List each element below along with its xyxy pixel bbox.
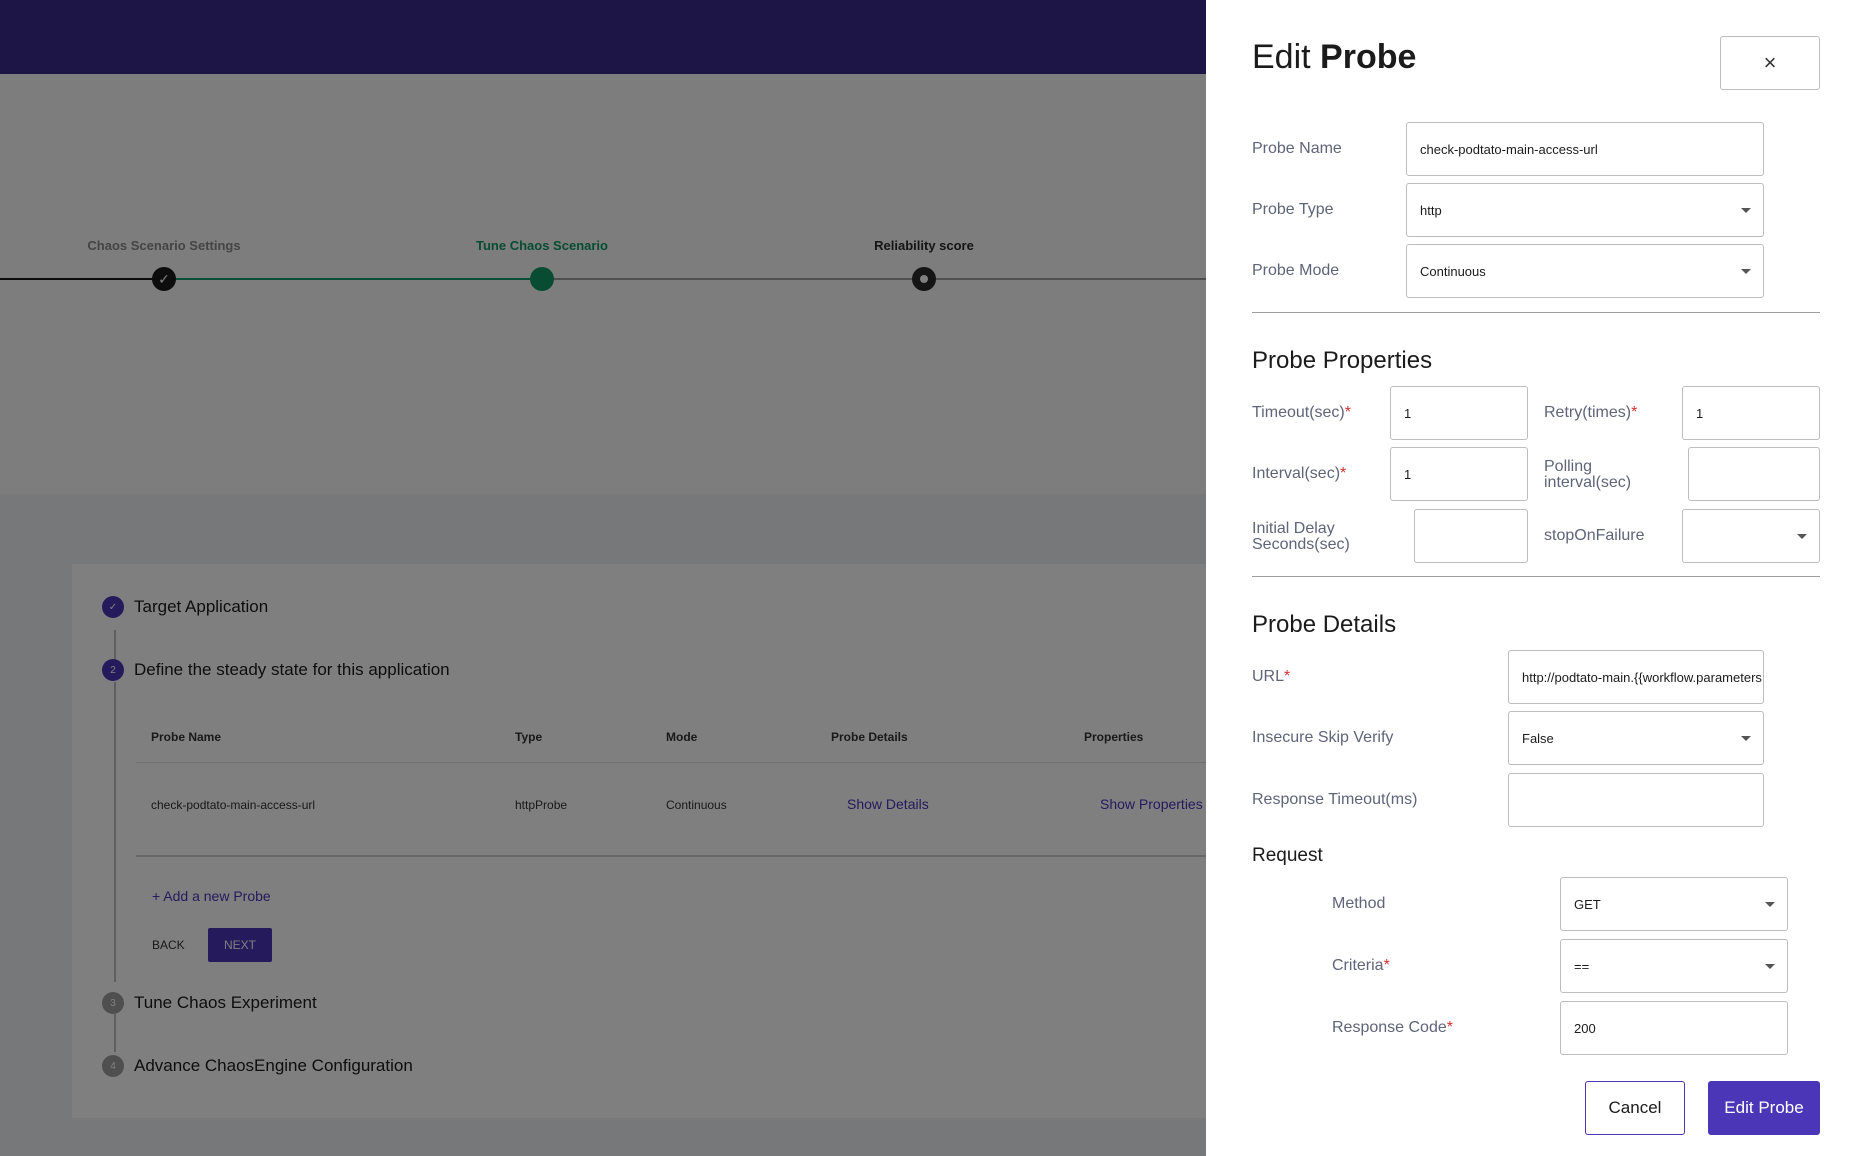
probe-name-input[interactable]: check-podtato-main-access-url bbox=[1406, 122, 1764, 176]
retry-value: 1 bbox=[1696, 405, 1704, 421]
probe-mode-value: Continuous bbox=[1420, 263, 1486, 279]
insecure-skip-verify-select[interactable]: False bbox=[1508, 711, 1764, 765]
retry-label-text: Retry(times) bbox=[1544, 404, 1632, 421]
polling-interval-label: Polling interval(sec) bbox=[1544, 459, 1631, 491]
probe-mode-label: Probe Mode bbox=[1252, 262, 1340, 279]
edit-probe-drawer: Edit Probe × Probe Name check-podtato-ma… bbox=[1206, 0, 1860, 1156]
timeout-label: Timeout(sec)* bbox=[1252, 405, 1351, 421]
probe-mode-select[interactable]: Continuous bbox=[1406, 244, 1764, 298]
probe-name-value: check-podtato-main-access-url bbox=[1420, 141, 1598, 157]
stop-on-failure-label: stopOnFailure bbox=[1544, 527, 1645, 544]
retry-input[interactable]: 1 bbox=[1682, 386, 1820, 440]
polling-interval-input[interactable] bbox=[1688, 447, 1820, 501]
response-code-value: 200 bbox=[1574, 1020, 1596, 1036]
required-marker: * bbox=[1383, 957, 1390, 974]
drawer-title: Edit Probe bbox=[1252, 38, 1416, 77]
timeout-input[interactable]: 1 bbox=[1390, 386, 1528, 440]
chevron-down-icon bbox=[1797, 534, 1807, 539]
close-button[interactable]: × bbox=[1720, 36, 1820, 90]
criteria-label-text: Criteria bbox=[1332, 957, 1384, 974]
chevron-down-icon bbox=[1765, 964, 1775, 969]
response-timeout-label: Response Timeout(ms) bbox=[1252, 791, 1418, 808]
polling-interval-label-line1: Polling bbox=[1544, 458, 1593, 475]
url-label: URL* bbox=[1252, 669, 1290, 685]
required-marker: * bbox=[1284, 668, 1291, 685]
method-value: GET bbox=[1574, 896, 1601, 912]
method-select[interactable]: GET bbox=[1560, 877, 1788, 931]
interval-value: 1 bbox=[1404, 466, 1412, 482]
url-input[interactable]: http://podtato-main.{{workflow.parameter… bbox=[1508, 650, 1764, 704]
required-marker: * bbox=[1446, 1019, 1453, 1036]
criteria-select[interactable]: == bbox=[1560, 939, 1788, 993]
interval-label-text: Interval(sec) bbox=[1252, 465, 1341, 482]
response-code-label-text: Response Code bbox=[1332, 1019, 1447, 1036]
timeout-value: 1 bbox=[1404, 405, 1412, 421]
request-heading: Request bbox=[1252, 845, 1323, 866]
response-code-input[interactable]: 200 bbox=[1560, 1001, 1788, 1055]
stop-on-failure-select[interactable] bbox=[1682, 509, 1820, 563]
timeout-label-text: Timeout(sec) bbox=[1252, 404, 1345, 421]
interval-label: Interval(sec)* bbox=[1252, 466, 1346, 482]
criteria-value: == bbox=[1574, 958, 1590, 974]
edit-probe-button[interactable]: Edit Probe bbox=[1708, 1081, 1820, 1135]
polling-interval-label-line2: interval(sec) bbox=[1544, 474, 1632, 491]
interval-input[interactable]: 1 bbox=[1390, 447, 1528, 501]
insecure-skip-verify-value: False bbox=[1522, 730, 1554, 746]
section-divider bbox=[1252, 576, 1820, 577]
chevron-down-icon bbox=[1765, 902, 1775, 907]
chevron-down-icon bbox=[1741, 269, 1751, 274]
chevron-down-icon bbox=[1741, 736, 1751, 741]
probe-details-heading: Probe Details bbox=[1252, 611, 1397, 638]
drawer-title-bold: Probe bbox=[1320, 38, 1417, 76]
insecure-skip-verify-label: Insecure Skip Verify bbox=[1252, 729, 1394, 746]
probe-type-label: Probe Type bbox=[1252, 201, 1334, 218]
section-divider bbox=[1252, 312, 1820, 313]
response-timeout-input[interactable] bbox=[1508, 773, 1764, 827]
url-value: http://podtato-main.{{workflow.parameter… bbox=[1522, 669, 1764, 685]
initial-delay-label: Initial Delay Seconds(sec) bbox=[1252, 521, 1350, 553]
initial-delay-label-line1: Initial Delay bbox=[1252, 520, 1335, 537]
criteria-label: Criteria* bbox=[1332, 958, 1390, 974]
initial-delay-input[interactable] bbox=[1414, 509, 1528, 563]
drawer-title-prefix: Edit bbox=[1252, 38, 1311, 76]
url-label-text: URL bbox=[1252, 668, 1285, 685]
probe-type-select[interactable]: http bbox=[1406, 183, 1764, 237]
required-marker: * bbox=[1340, 465, 1347, 482]
initial-delay-label-line2: Seconds(sec) bbox=[1252, 536, 1350, 553]
chevron-down-icon bbox=[1741, 208, 1751, 213]
cancel-button[interactable]: Cancel bbox=[1585, 1081, 1685, 1135]
close-icon: × bbox=[1763, 50, 1777, 75]
probe-type-value: http bbox=[1420, 202, 1442, 218]
required-marker: * bbox=[1344, 404, 1351, 421]
retry-label: Retry(times)* bbox=[1544, 405, 1637, 421]
probe-name-label: Probe Name bbox=[1252, 140, 1342, 157]
response-code-label: Response Code* bbox=[1332, 1020, 1453, 1036]
required-marker: * bbox=[1631, 404, 1638, 421]
method-label: Method bbox=[1332, 895, 1386, 912]
probe-properties-heading: Probe Properties bbox=[1252, 347, 1433, 374]
